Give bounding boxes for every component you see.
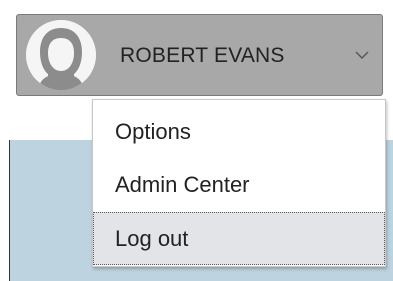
menu-item-admin-center[interactable]: Admin Center <box>93 158 385 211</box>
page-left-border <box>9 140 10 281</box>
avatar-silhouette <box>26 20 96 90</box>
chevron-down-icon <box>355 51 369 59</box>
user-name-label: ROBERT EVANS <box>120 44 285 67</box>
user-menu-button[interactable]: ROBERT EVANS <box>16 14 383 96</box>
user-dropdown-menu: Options Admin Center Log out <box>92 99 386 267</box>
user-avatar-icon <box>26 20 96 90</box>
menu-item-log-out[interactable]: Log out <box>93 212 385 265</box>
menu-item-options[interactable]: Options <box>93 105 385 158</box>
